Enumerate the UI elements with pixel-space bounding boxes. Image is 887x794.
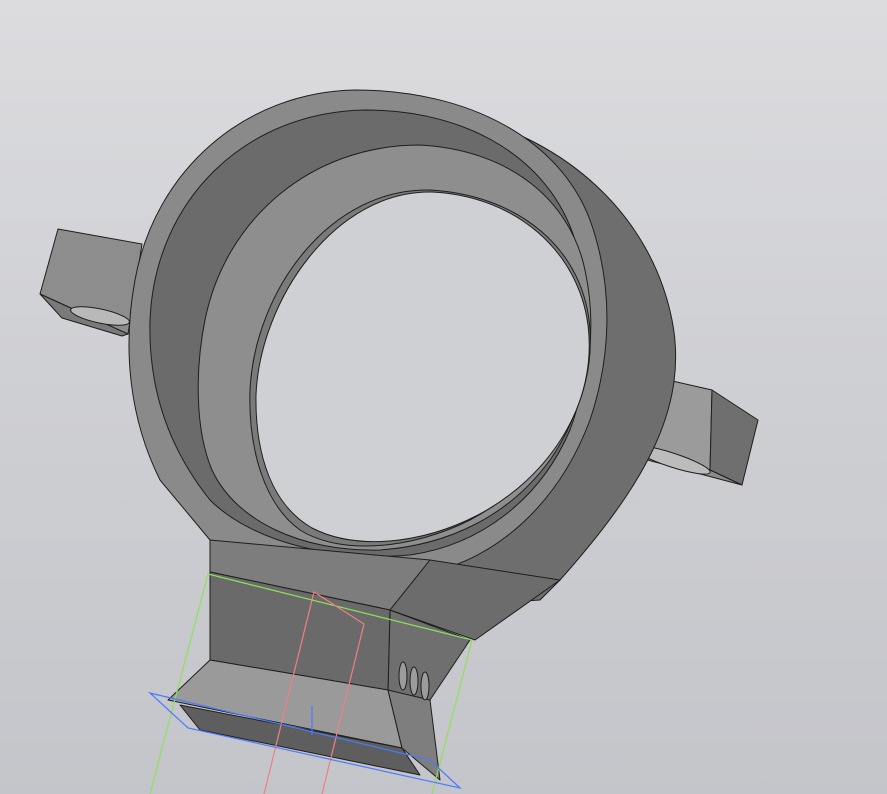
3d-viewport[interactable] — [0, 0, 887, 794]
model-canvas[interactable] — [0, 0, 887, 794]
left-lug[interactable] — [39, 228, 143, 337]
